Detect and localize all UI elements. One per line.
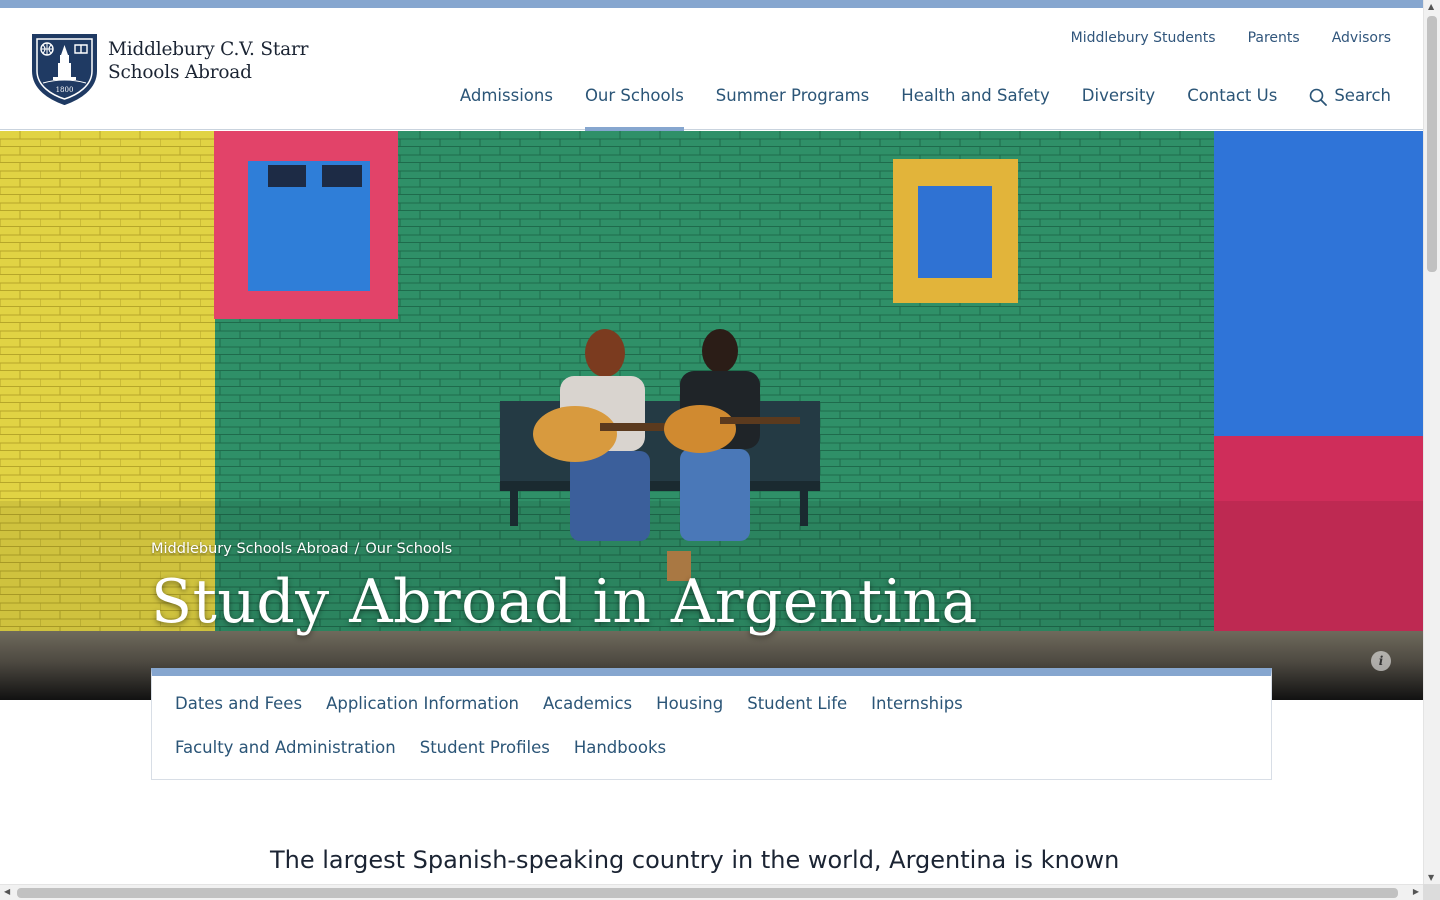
subnav-dates-and-fees[interactable]: Dates and Fees xyxy=(175,694,302,713)
logo-wordmark: Middlebury C.V. Starr Schools Abroad xyxy=(108,38,308,84)
breadcrumb-separator: / xyxy=(354,541,360,557)
subnav-item: Dates and Fees xyxy=(175,694,302,738)
logo-line-1: Middlebury C.V. Starr xyxy=(108,39,309,60)
subnav-student-profiles[interactable]: Student Profiles xyxy=(420,738,550,757)
utility-link-advisors[interactable]: Advisors xyxy=(1332,30,1391,46)
subnav-handbooks[interactable]: Handbooks xyxy=(574,738,666,757)
nav-health-and-safety[interactable]: Health and Safety xyxy=(901,86,1050,130)
horizontal-scrollbar[interactable]: ◀ ▶ xyxy=(0,884,1423,900)
vertical-scroll-thumb[interactable] xyxy=(1427,16,1437,272)
subnav-item: Handbooks xyxy=(574,738,666,782)
subnav-item: Faculty and Administration xyxy=(175,738,396,782)
scroll-down-arrow-icon[interactable]: ▼ xyxy=(1428,873,1434,882)
nav-summer-programs[interactable]: Summer Programs xyxy=(716,86,869,130)
subnav-item: Internships xyxy=(871,694,963,738)
subnav-item: Application Information xyxy=(326,694,519,738)
site-logo-link[interactable]: 1800 Middlebury C.V. Starr Schools Abroa… xyxy=(31,33,308,105)
site-header: 1800 Middlebury C.V. Starr Schools Abroa… xyxy=(0,8,1423,131)
scroll-up-arrow-icon[interactable]: ▲ xyxy=(1428,2,1434,11)
scroll-left-arrow-icon[interactable]: ◀ xyxy=(4,887,10,896)
search-label: Search xyxy=(1334,86,1391,105)
utility-link-parents[interactable]: Parents xyxy=(1248,30,1300,46)
search-button[interactable]: Search xyxy=(1309,86,1391,130)
subnav-item: Academics xyxy=(543,694,632,738)
horizontal-scroll-thumb[interactable] xyxy=(17,888,1398,898)
main-nav: Admissions Our Schools Summer Programs H… xyxy=(428,86,1391,131)
subnav-internships[interactable]: Internships xyxy=(871,694,963,713)
top-accent-stripe xyxy=(0,0,1423,8)
subnav-item: Student Life xyxy=(747,694,847,738)
hero-banner: Middlebury Schools Abroad / Our Schools … xyxy=(0,131,1423,700)
intro-paragraph: The largest Spanish-speaking country in … xyxy=(270,846,1120,874)
subnav-academics[interactable]: Academics xyxy=(543,694,632,713)
middlebury-crest-icon: 1800 xyxy=(32,34,97,105)
subnav-faculty-and-administration[interactable]: Faculty and Administration xyxy=(175,738,396,757)
breadcrumb-link-home[interactable]: Middlebury Schools Abroad xyxy=(151,541,348,557)
subnav-item: Student Profiles xyxy=(420,738,550,782)
nav-admissions[interactable]: Admissions xyxy=(460,86,553,130)
info-icon[interactable]: i xyxy=(1371,651,1391,671)
subnav-housing[interactable]: Housing xyxy=(656,694,723,713)
crest-year: 1800 xyxy=(56,86,74,94)
utility-link-students[interactable]: Middlebury Students xyxy=(1071,30,1216,46)
subnav-item: Housing xyxy=(656,694,723,738)
nav-diversity[interactable]: Diversity xyxy=(1082,86,1155,130)
nav-contact-us[interactable]: Contact Us xyxy=(1187,86,1277,130)
subnav-list: Dates and Fees Application Information A… xyxy=(175,694,1215,782)
scrollbar-corner xyxy=(1423,884,1440,900)
search-icon xyxy=(1310,88,1328,106)
utility-nav: Middlebury Students Parents Advisors xyxy=(1071,30,1391,46)
vertical-scrollbar[interactable]: ▲ ▼ xyxy=(1423,0,1440,884)
breadcrumb: Middlebury Schools Abroad / Our Schools xyxy=(151,541,452,557)
logo-line-2: Schools Abroad xyxy=(108,62,252,83)
nav-our-schools[interactable]: Our Schools xyxy=(584,86,684,131)
section-subnav: Dates and Fees Application Information A… xyxy=(151,668,1272,780)
breadcrumb-link-our-schools[interactable]: Our Schools xyxy=(365,541,452,557)
page-title: Study Abroad in Argentina xyxy=(151,567,978,637)
scroll-right-arrow-icon[interactable]: ▶ xyxy=(1413,887,1419,896)
subnav-student-life[interactable]: Student Life xyxy=(747,694,847,713)
subnav-application-information[interactable]: Application Information xyxy=(326,694,519,713)
